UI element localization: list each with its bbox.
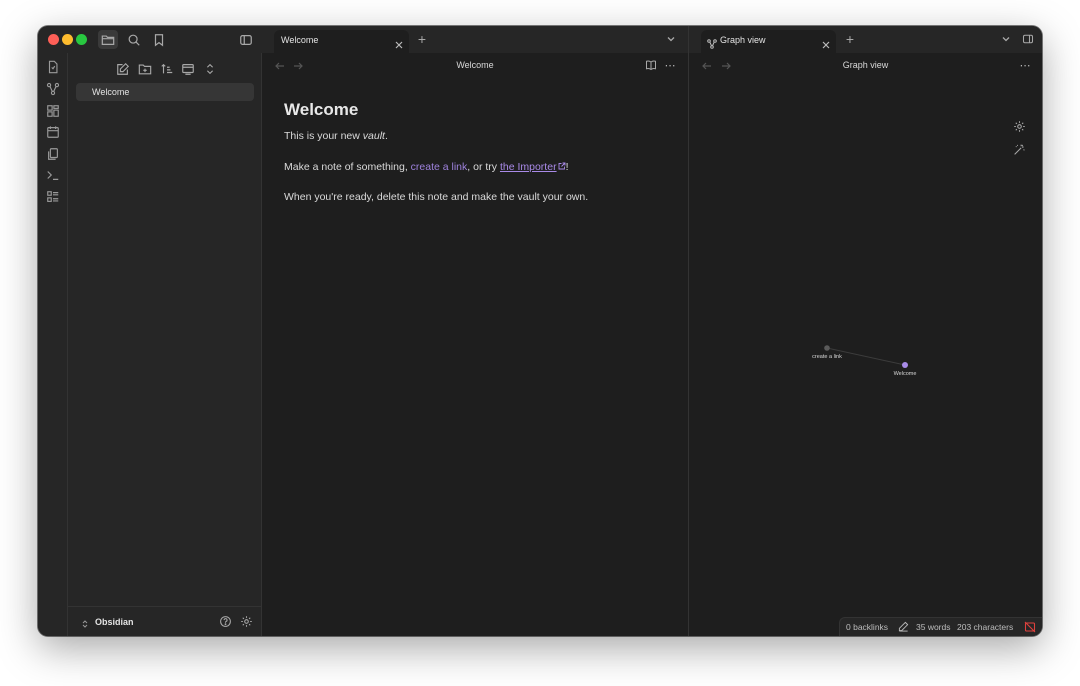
tab-title: Graph view	[720, 35, 766, 45]
character-count: 203 characters	[957, 622, 1014, 632]
emphasis-vault: vault	[362, 130, 385, 142]
sort-order-icon[interactable]	[158, 60, 176, 78]
paragraph-3: When you're ready, delete this note and …	[284, 191, 589, 204]
close-tab-icon[interactable]	[394, 37, 404, 49]
tab-list-chevron-icon[interactable]	[664, 32, 678, 46]
graph-node-welcome[interactable]	[902, 362, 908, 368]
vault-switcher-bar: Obsidian	[68, 606, 261, 636]
toggle-left-sidebar-icon[interactable]	[236, 30, 256, 49]
text: This is your new	[284, 130, 363, 142]
file-item-welcome[interactable]: Welcome	[76, 83, 254, 101]
bookmark-icon[interactable]	[149, 30, 169, 49]
backlinks-count[interactable]: 0 backlinks	[846, 622, 888, 632]
graph-node-create-a-link[interactable]	[824, 345, 830, 351]
external-link-icon	[558, 161, 566, 170]
left-tab-strip: Welcome +	[262, 26, 688, 53]
paragraph-2: Make a note of something, create a link,…	[284, 161, 664, 174]
new-note-icon[interactable]	[114, 60, 132, 78]
close-window-button[interactable]	[48, 34, 59, 45]
help-icon[interactable]	[219, 615, 233, 629]
editing-mode-pencil-icon[interactable]	[898, 621, 909, 632]
status-bar: 0 backlinks 35 words 203 characters	[839, 617, 1042, 636]
settings-gear-icon[interactable]	[240, 615, 254, 629]
zoom-window-button[interactable]	[76, 34, 87, 45]
reading-view-icon[interactable]	[644, 58, 658, 72]
collapse-all-icon[interactable]	[201, 60, 219, 78]
editor-pane: Welcome ⋯ Welcome This is your new vault…	[262, 53, 688, 636]
tab-list-chevron-icon[interactable]	[999, 32, 1013, 46]
file-explorer-tab-icon[interactable]	[98, 30, 118, 49]
tab-graph-view[interactable]: Graph view	[701, 30, 836, 53]
sync-error-icon[interactable]	[1024, 621, 1036, 633]
canvas-icon[interactable]	[45, 103, 61, 119]
auto-reveal-icon[interactable]	[179, 60, 197, 78]
editor-header-title[interactable]: Welcome	[262, 60, 688, 70]
paragraph-1: This is your new vault.	[284, 130, 664, 143]
graph-canvas[interactable]: create a link Welcome	[689, 53, 1042, 636]
bases-icon[interactable]	[45, 189, 61, 205]
vault-name[interactable]: Obsidian	[95, 617, 134, 627]
tab-welcome[interactable]: Welcome	[274, 30, 409, 53]
obsidian-window: Welcome + Graph view + Welcome Obsidian …	[38, 26, 1042, 636]
file-explorer-sidebar: Welcome Obsidian	[68, 53, 262, 636]
graph-node-label: Welcome	[894, 371, 917, 377]
text: !	[565, 160, 569, 173]
templates-icon[interactable]	[45, 146, 61, 162]
vault-chevron-icon[interactable]	[80, 616, 90, 628]
internal-link-create-a-link[interactable]: create a link	[411, 161, 468, 173]
note-content: Welcome This is your new vault. Make a n…	[284, 100, 664, 222]
text: , or try	[467, 160, 500, 173]
more-options-icon[interactable]: ⋯	[663, 58, 677, 72]
external-link-importer[interactable]: the Importer	[500, 161, 557, 173]
text: .	[384, 130, 388, 142]
command-palette-icon[interactable]	[45, 167, 61, 183]
new-tab-button[interactable]: +	[415, 32, 429, 46]
calendar-icon[interactable]	[45, 124, 61, 140]
graph-view-icon[interactable]	[45, 81, 61, 97]
note-heading: Welcome	[284, 100, 359, 119]
open-quick-switcher-icon[interactable]	[45, 59, 61, 75]
new-folder-icon[interactable]	[136, 60, 154, 78]
text: Make a note of something,	[284, 160, 411, 173]
search-icon[interactable]	[124, 30, 144, 49]
ribbon	[38, 53, 68, 636]
new-tab-button[interactable]: +	[843, 32, 857, 46]
graph-tab-icon	[707, 36, 717, 49]
tab-title: Welcome	[281, 35, 319, 45]
close-tab-icon[interactable]	[821, 37, 831, 49]
graph-view-pane: Graph view ⋯ create a link Welcome	[688, 53, 1042, 636]
minimize-window-button[interactable]	[62, 34, 73, 45]
toggle-right-sidebar-icon[interactable]	[1021, 32, 1035, 46]
graph-node-label: create a link	[812, 354, 842, 360]
right-tab-strip: Graph view +	[688, 26, 1042, 53]
word-count: 35 words	[916, 622, 951, 632]
